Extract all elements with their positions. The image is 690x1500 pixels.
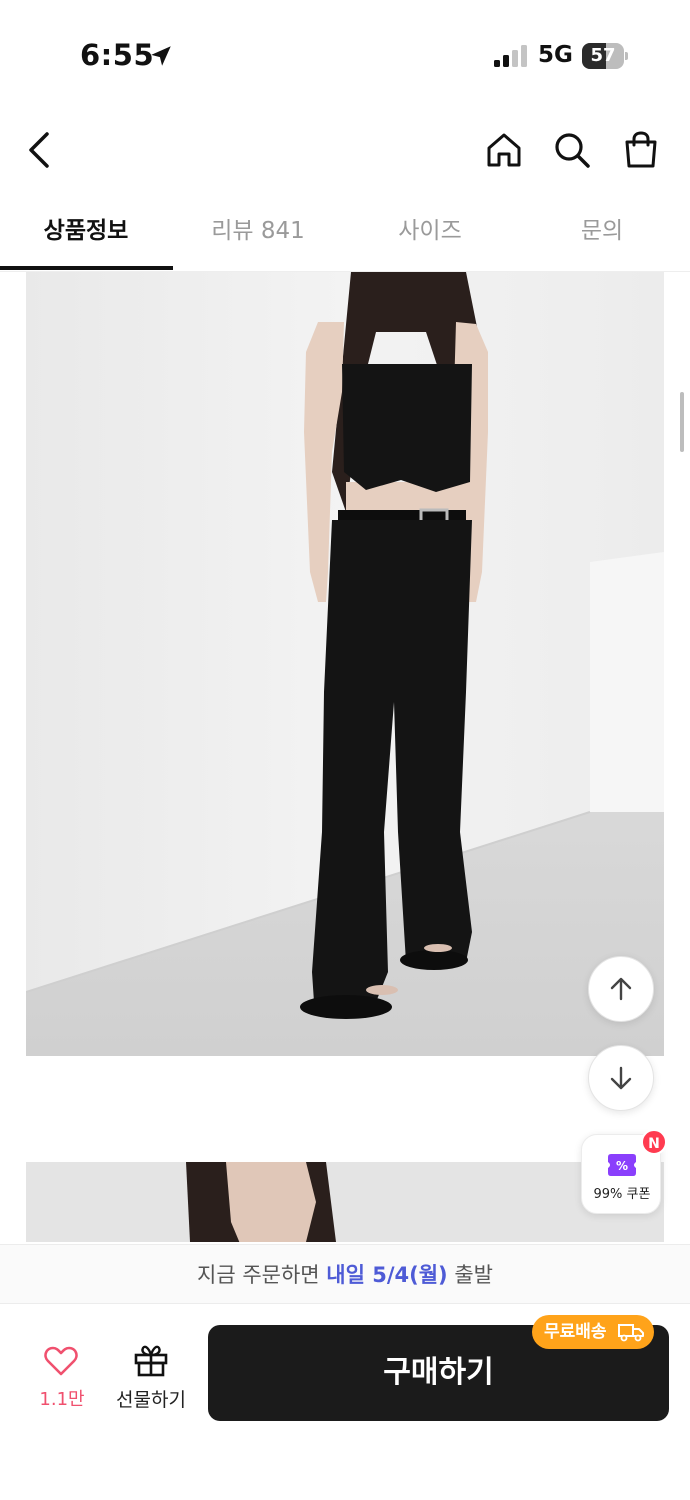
home-button[interactable] [478, 124, 530, 176]
delivery-info: 지금 주문하면 내일 5/4(월) 출발 [0, 1244, 690, 1304]
status-time: 6:55 [80, 38, 155, 72]
delivery-suffix: 출발 [454, 1263, 493, 1287]
product-tabs: 상품정보 리뷰 841 사이즈 문의 [0, 200, 690, 272]
free-shipping-badge: 무료배송 [532, 1315, 654, 1349]
bottom-action-bar: 1.1만 선물하기 구매하기 무료배송 [0, 1305, 690, 1500]
like-count: 1.1만 [39, 1389, 85, 1410]
gift-button[interactable]: 선물하기 [112, 1343, 190, 1415]
arrow-up-icon [610, 977, 632, 1001]
battery-icon: 57 [582, 43, 628, 69]
new-badge: N [641, 1129, 667, 1155]
back-button[interactable] [14, 124, 66, 176]
home-icon [487, 133, 521, 167]
like-button[interactable]: 1.1만 [30, 1345, 94, 1415]
network-type: 5G [538, 42, 573, 68]
cellular-signal-icon [494, 45, 527, 67]
search-button[interactable] [546, 124, 598, 176]
scroll-indicator [680, 392, 684, 452]
delivery-prefix: 지금 주문하면 [197, 1263, 320, 1287]
tab-reviews[interactable]: 리뷰 841 [172, 200, 344, 270]
gift-label: 선물하기 [116, 1389, 186, 1411]
product-photo [26, 272, 664, 1056]
svg-text:%: % [616, 1159, 628, 1173]
status-bar: 6:55 5G 57 [0, 0, 690, 100]
coupon-label: 99% 쿠폰 [593, 1187, 651, 1202]
arrow-down-icon [610, 1066, 632, 1090]
gift-icon [134, 1345, 168, 1377]
cart-button[interactable] [615, 124, 667, 176]
shopping-bag-icon [625, 131, 657, 168]
truck-icon [618, 1324, 644, 1342]
tab-product-info[interactable]: 상품정보 [0, 200, 172, 270]
scroll-up-button[interactable] [588, 956, 654, 1022]
battery-level: 57 [590, 45, 616, 66]
product-photo-2 [26, 1162, 664, 1242]
active-tab-indicator [0, 266, 173, 270]
heart-icon [44, 1346, 78, 1376]
location-arrow-icon [151, 46, 171, 66]
product-detail-content [0, 272, 690, 1242]
chevron-left-icon [29, 132, 49, 168]
delivery-date: 내일 5/4(월) [326, 1263, 448, 1287]
search-icon [555, 133, 590, 168]
free-shipping-label: 무료배송 [544, 1322, 607, 1342]
scroll-down-button[interactable] [588, 1045, 654, 1111]
top-navigation [0, 110, 690, 190]
tab-size[interactable]: 사이즈 [344, 200, 516, 270]
coupon-icon: % [608, 1154, 636, 1176]
tab-inquiry[interactable]: 문의 [516, 200, 688, 270]
